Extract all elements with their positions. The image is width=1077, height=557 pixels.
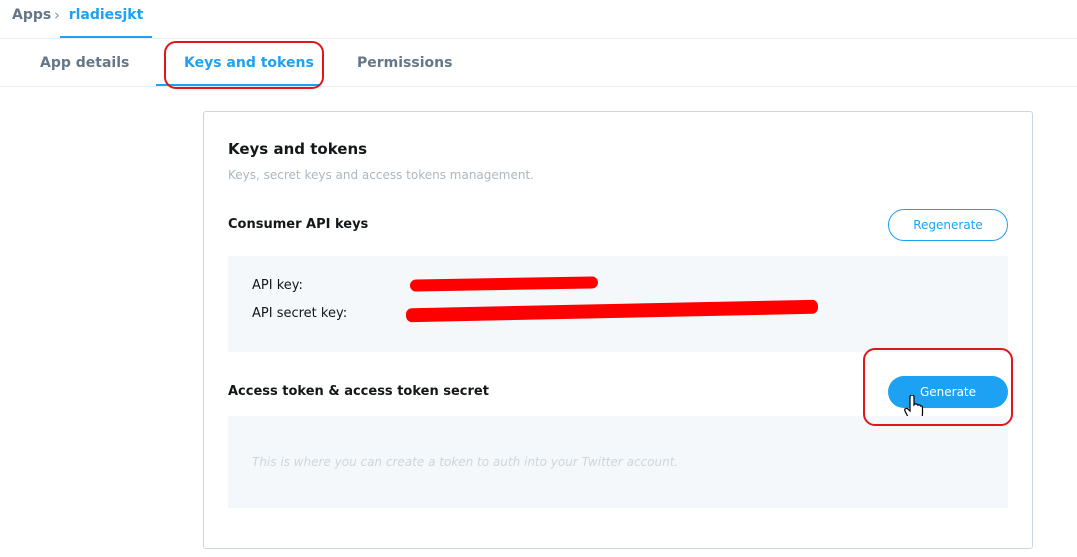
access-token-placeholder: This is where you can create a token to … (252, 455, 679, 469)
access-token-title: Access token & access token secret (228, 384, 489, 399)
card-subtitle: Keys, secret keys and access tokens mana… (228, 168, 534, 182)
annotation-highlight-tab (164, 41, 324, 89)
tab-app-details[interactable]: App details (40, 55, 129, 71)
consumer-keys-title: Consumer API keys (228, 217, 369, 232)
breadcrumb-apps-link[interactable]: Apps (12, 7, 51, 23)
api-secret-redaction (405, 299, 819, 323)
consumer-keys-box: API key: API secret key: (228, 256, 1008, 352)
access-token-box: This is where you can create a token to … (228, 416, 1008, 508)
breadcrumb-app-name[interactable]: rladiesjkt (60, 0, 152, 38)
keys-tokens-card: Keys and tokens Keys, secret keys and ac… (203, 111, 1033, 549)
api-key-label: API key: (252, 278, 303, 293)
api-key-redaction (409, 276, 599, 292)
tab-permissions[interactable]: Permissions (357, 55, 452, 71)
card-title: Keys and tokens (228, 140, 368, 158)
api-secret-key-label: API secret key: (252, 306, 348, 321)
tab-bar: App details Keys and tokens Permissions (0, 39, 1077, 87)
regenerate-button[interactable]: Regenerate (888, 209, 1008, 241)
breadcrumb: Apps › rladiesjkt (0, 0, 1077, 39)
annotation-highlight-generate (863, 348, 1013, 426)
